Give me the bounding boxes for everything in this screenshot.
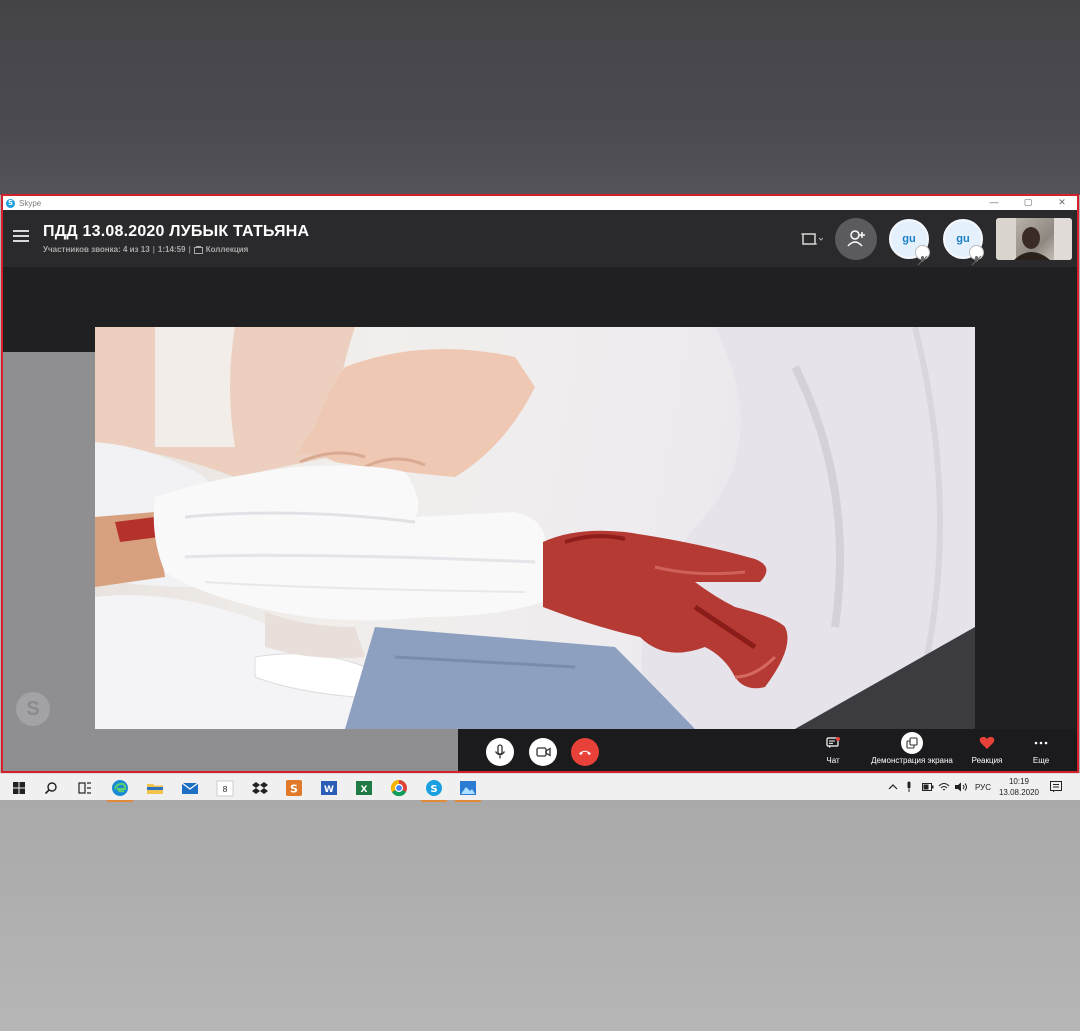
window-titlebar: S Skype — ▢ ✕: [3, 196, 1077, 210]
hamburger-menu-button[interactable]: [13, 230, 29, 242]
participant-avatar[interactable]: gu: [943, 219, 984, 266]
edge-taskbar-icon[interactable]: [107, 778, 133, 802]
participant-video-thumbnail[interactable]: [996, 218, 1072, 260]
top-backdrop: [0, 0, 1080, 195]
video-camera-icon: [536, 747, 551, 757]
reaction-button[interactable]: Реакция: [966, 732, 1008, 765]
excel-taskbar-icon[interactable]: X: [354, 778, 374, 798]
svg-text:S: S: [430, 784, 437, 795]
call-subtitle: Участников звонка: 4 из 13 | 1:14:59 | К…: [43, 245, 248, 254]
add-participant-button[interactable]: [835, 218, 877, 260]
screen-share-label: Демонстрация экрана: [871, 756, 953, 765]
notifications-icon[interactable]: [1050, 781, 1062, 793]
svg-text:W: W: [324, 785, 334, 795]
task-view-icon: [78, 782, 91, 794]
separator: |: [188, 245, 191, 254]
call-controls-bar: Чат Демонстрация экрана Реакция Еще: [458, 729, 1077, 771]
screen-share-icon: [906, 737, 918, 749]
collection-link[interactable]: Коллекция: [206, 245, 249, 254]
chrome-taskbar-icon[interactable]: [389, 778, 409, 798]
call-duration: 1:14:59: [157, 245, 186, 254]
sublime-taskbar-icon[interactable]: S: [284, 778, 304, 798]
svg-text:S: S: [290, 783, 298, 796]
microphone-tray-icon[interactable]: [905, 781, 913, 793]
window-title: Skype: [19, 198, 42, 208]
more-icon: [1034, 741, 1048, 745]
muted-mic-icon: [915, 245, 930, 266]
participants-count: Участников звонка: 4 из 13: [43, 245, 150, 254]
skype-window: S Skype — ▢ ✕ ПДД 13.08.2020 ЛУБЫК ТАТЬЯ…: [1, 194, 1079, 773]
svg-text:8: 8: [222, 785, 227, 794]
input-language[interactable]: РУС: [975, 783, 991, 792]
layout-icon: [801, 233, 824, 245]
screen-share-button[interactable]: Демонстрация экрана: [866, 732, 958, 765]
shared-screen-image: [95, 327, 975, 729]
muted-mic-icon: [969, 245, 984, 266]
end-call-button[interactable]: [571, 738, 599, 766]
file-explorer-taskbar-icon[interactable]: [145, 778, 165, 798]
search-icon: [44, 782, 57, 795]
chevron-up-icon[interactable]: [888, 783, 898, 791]
chat-button[interactable]: Чат: [818, 732, 848, 765]
dropbox-taskbar-icon[interactable]: [250, 778, 270, 798]
store-taskbar-icon[interactable]: 8: [215, 778, 235, 798]
photos-taskbar-icon[interactable]: [455, 778, 481, 802]
battery-icon[interactable]: [922, 783, 934, 791]
word-taskbar-icon[interactable]: W: [319, 778, 339, 798]
collection-icon: [193, 245, 203, 254]
skype-taskbar-icon[interactable]: S: [421, 778, 447, 802]
reaction-label: Реакция: [971, 756, 1003, 765]
call-header: ПДД 13.08.2020 ЛУБЫК ТАТЬЯНА Участников …: [3, 210, 1077, 267]
more-button[interactable]: Еще: [1026, 732, 1056, 765]
close-button[interactable]: ✕: [1045, 196, 1077, 210]
participant-initials: gu: [956, 233, 970, 245]
bandaged-hand-picture: [95, 327, 975, 729]
clock-date: 13.08.2020: [998, 788, 1040, 797]
chat-icon: [826, 737, 840, 748]
participant-initials: gu: [902, 233, 916, 245]
video-button[interactable]: [529, 738, 557, 766]
participant-avatar[interactable]: gu: [889, 219, 930, 266]
volume-icon[interactable]: [954, 782, 968, 792]
network-icon[interactable]: [938, 782, 950, 792]
chat-label: Чат: [826, 756, 840, 765]
skype-watermark-icon: S: [16, 692, 50, 726]
task-view-button[interactable]: [75, 778, 95, 798]
call-title: ПДД 13.08.2020 ЛУБЫК ТАТЬЯНА: [43, 223, 310, 240]
layout-button[interactable]: [801, 231, 824, 247]
bottom-backdrop: [0, 800, 1080, 1031]
heart-icon: [979, 736, 995, 749]
svg-text:X: X: [361, 785, 368, 795]
more-label: Еще: [1032, 756, 1050, 765]
windows-logo-icon: [13, 782, 25, 794]
call-stage: S Чат Демонстрация экрана Реакция Еще: [3, 267, 1077, 771]
end-call-icon: [579, 750, 591, 755]
maximize-button[interactable]: ▢: [1011, 196, 1045, 210]
microphone-icon: [494, 744, 506, 759]
mail-taskbar-icon[interactable]: [180, 778, 200, 798]
minimize-button[interactable]: —: [977, 196, 1011, 210]
separator: |: [152, 245, 155, 254]
search-button[interactable]: [41, 778, 61, 798]
clock-time: 10:19: [1008, 777, 1030, 786]
add-person-icon: [847, 230, 865, 247]
microphone-button[interactable]: [486, 738, 514, 766]
system-clock[interactable]: 10:19 13.08.2020: [998, 776, 1040, 798]
start-button[interactable]: [9, 778, 29, 798]
skype-logo-icon: S: [6, 198, 15, 208]
windows-taskbar: 8 S W X S РУС 10:19 13.08.2020: [0, 773, 1080, 802]
